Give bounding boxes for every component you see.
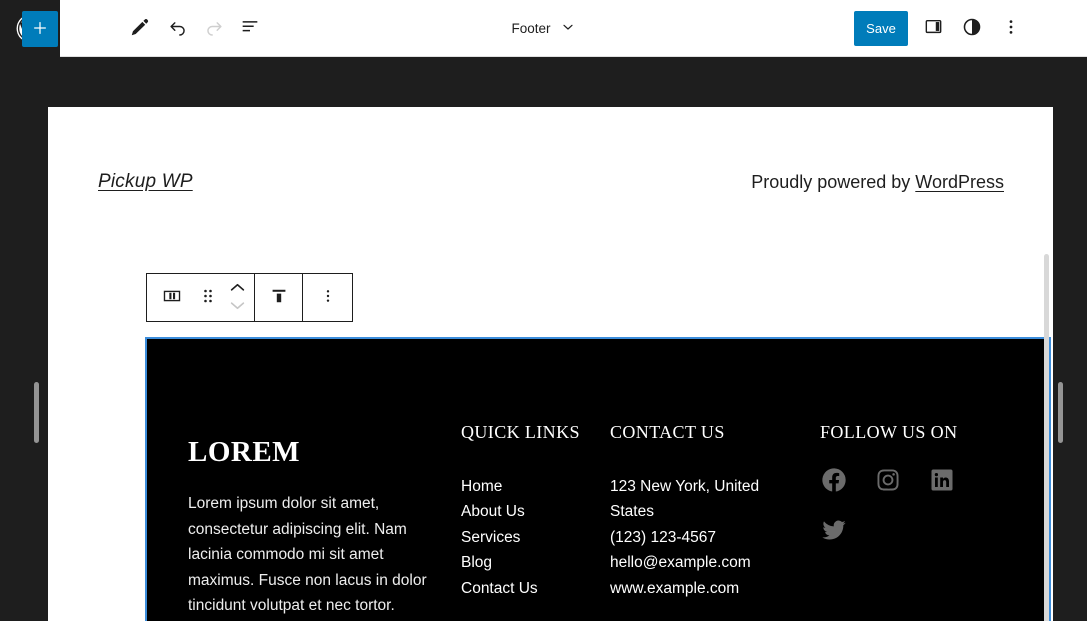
social-icons-list xyxy=(820,466,980,544)
site-header-row: Pickup WP Proudly powered by WordPress xyxy=(98,162,1004,202)
site-preview-canvas[interactable]: Pickup WP Proudly powered by WordPress L… xyxy=(48,107,1053,621)
linkedin-icon[interactable] xyxy=(928,466,956,494)
redo-button[interactable] xyxy=(197,11,231,45)
list-item[interactable]: Blog xyxy=(461,550,596,576)
selected-columns-block[interactable]: LOREM Lorem ipsum dolor sit amet, consec… xyxy=(145,337,1051,621)
list-item[interactable]: Services xyxy=(461,525,596,551)
contrast-styles-icon xyxy=(961,16,983,41)
settings-sidebar-icon xyxy=(923,16,944,40)
block-toolbar-group-align xyxy=(255,274,302,321)
add-block-button[interactable] xyxy=(22,11,58,47)
undo-button[interactable] xyxy=(161,11,195,45)
edit-tool-button[interactable] xyxy=(123,11,157,45)
footer-column-brand[interactable]: LOREM Lorem ipsum dolor sit amet, consec… xyxy=(188,436,438,619)
block-type-button[interactable] xyxy=(147,274,196,321)
powered-by-prefix: Proudly powered by xyxy=(751,171,916,192)
list-view-icon xyxy=(239,16,261,41)
block-options-button[interactable] xyxy=(303,274,352,321)
site-title-link[interactable]: Pickup WP xyxy=(98,171,193,193)
chevron-up-icon xyxy=(228,281,247,296)
undo-arrow-icon xyxy=(167,16,189,41)
chevron-down-icon xyxy=(228,299,247,314)
footer-column-contact[interactable]: CONTACT US 123 New York, United States (… xyxy=(610,422,775,601)
styles-button[interactable] xyxy=(955,11,989,45)
more-options-vertical-dots-icon xyxy=(1001,17,1021,40)
save-button[interactable]: Save xyxy=(854,11,908,46)
chevron-down-icon xyxy=(560,19,576,38)
powered-by-text: Proudly powered by WordPress xyxy=(751,172,1004,193)
contact-heading: CONTACT US xyxy=(610,422,725,442)
drag-handle-button[interactable] xyxy=(196,274,220,321)
more-options-button[interactable] xyxy=(994,11,1028,45)
contact-email[interactable]: hello@example.com xyxy=(610,550,775,576)
settings-sidebar-button[interactable] xyxy=(916,11,950,45)
footer-column-social[interactable]: FOLLOW US ON xyxy=(820,422,1010,544)
resize-handle-left[interactable] xyxy=(34,382,39,443)
contact-address: 123 New York, United States xyxy=(610,477,760,521)
move-up-button[interactable] xyxy=(228,281,247,296)
document-title-label: Footer xyxy=(511,21,551,36)
contact-phone[interactable]: (123) 123-4567 xyxy=(610,525,775,551)
brand-title: LOREM xyxy=(188,436,301,468)
wordpress-link[interactable]: WordPress xyxy=(915,172,1004,192)
redo-arrow-icon xyxy=(203,16,225,41)
vertical-align-button[interactable] xyxy=(255,274,302,321)
footer-column-quick-links[interactable]: QUICK LINKS Home About Us Services Blog … xyxy=(461,422,596,601)
instagram-icon[interactable] xyxy=(874,466,902,494)
block-toolbar-group-primary xyxy=(147,274,254,321)
align-top-icon xyxy=(268,285,290,310)
block-toolbar-group-options xyxy=(303,274,352,321)
resize-handle-right[interactable] xyxy=(1058,382,1063,443)
list-item[interactable]: Contact Us xyxy=(461,576,596,602)
block-movers xyxy=(220,274,254,321)
footer-columns-grid: LOREM Lorem ipsum dolor sit amet, consec… xyxy=(146,338,1050,621)
move-down-button[interactable] xyxy=(228,299,247,314)
list-view-button[interactable] xyxy=(233,11,267,45)
vertical-scrollbar[interactable] xyxy=(1044,254,1049,621)
list-item[interactable]: About Us xyxy=(461,499,596,525)
quick-links-list: Home About Us Services Blog Contact Us xyxy=(461,474,596,602)
contact-website[interactable]: www.example.com xyxy=(610,576,775,602)
editor-top-bar: Footer Save xyxy=(0,0,1087,57)
block-toolbar xyxy=(146,273,353,322)
twitter-icon[interactable] xyxy=(820,516,848,544)
quick-links-heading: QUICK LINKS xyxy=(461,422,580,442)
contact-details: 123 New York, United States (123) 123-45… xyxy=(610,474,775,602)
list-item[interactable]: Home xyxy=(461,474,596,500)
facebook-icon[interactable] xyxy=(820,466,848,494)
drag-handle-dots-icon xyxy=(202,286,214,309)
pencil-edit-icon xyxy=(129,16,151,41)
social-heading: FOLLOW US ON xyxy=(820,422,958,442)
document-title-button[interactable]: Footer xyxy=(505,15,581,42)
plus-icon xyxy=(30,18,50,41)
columns-block-icon xyxy=(161,285,183,310)
brand-description: Lorem ipsum dolor sit amet, consectetur … xyxy=(188,495,427,614)
editor-canvas-area: Pickup WP Proudly powered by WordPress L… xyxy=(0,57,1087,621)
more-options-vertical-dots-icon xyxy=(319,287,337,308)
